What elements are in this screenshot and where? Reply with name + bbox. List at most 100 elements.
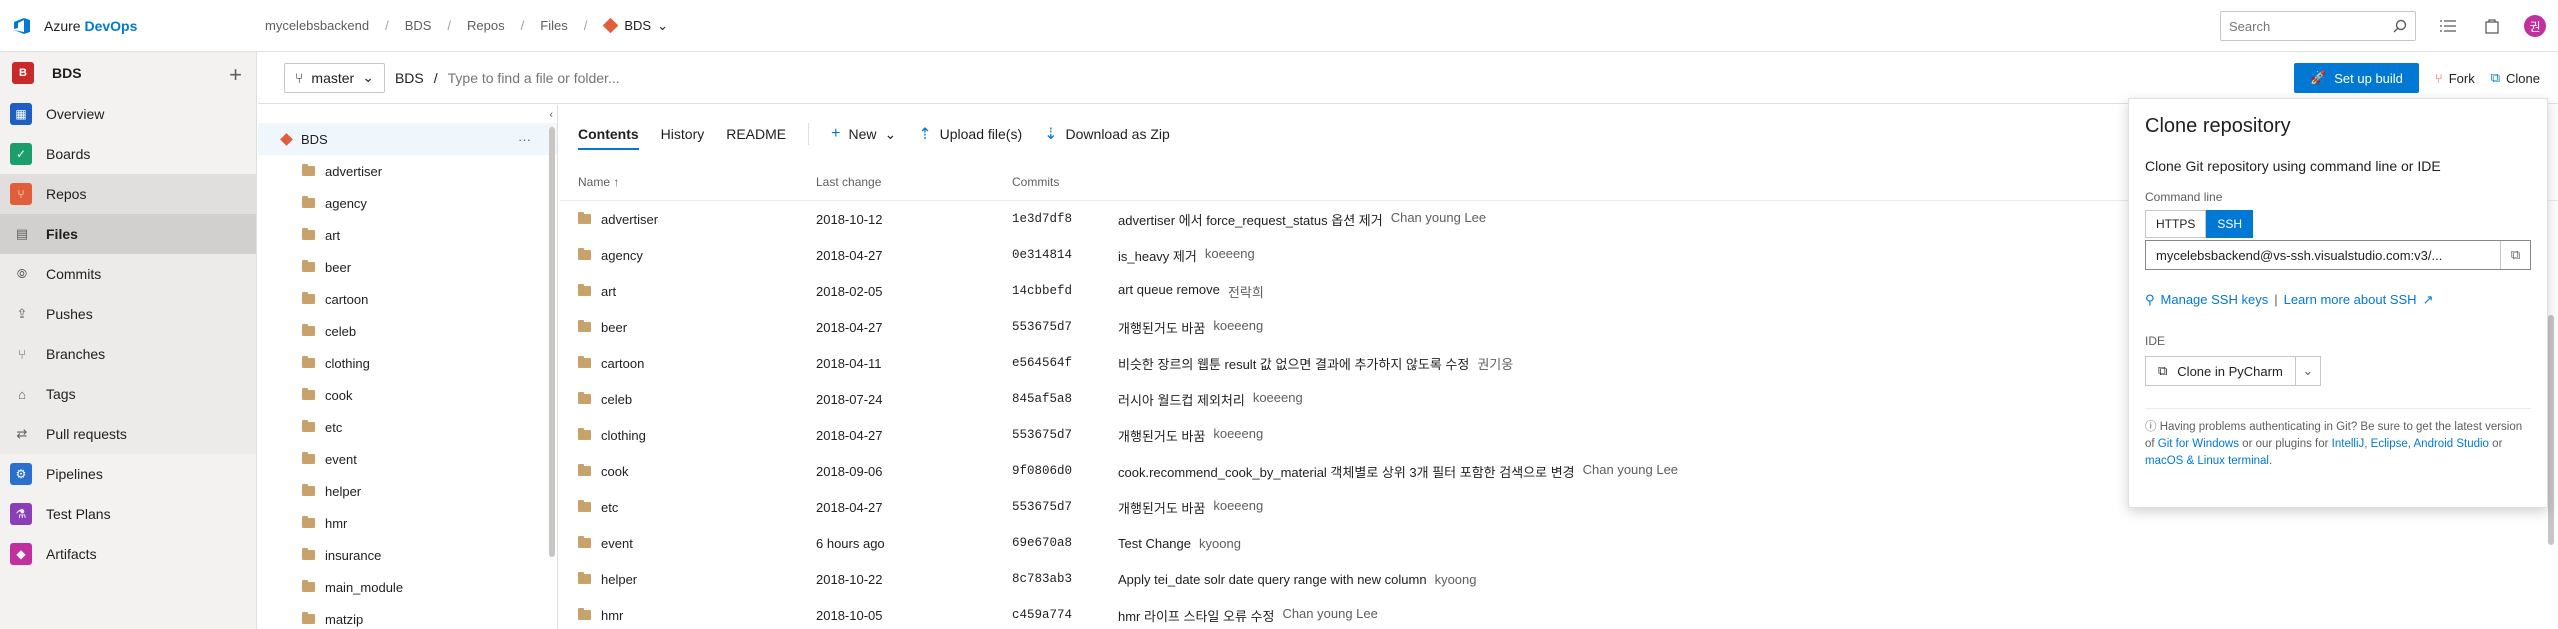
tree-folder-item[interactable]: hmr	[258, 507, 557, 539]
content-scrollbar[interactable]	[2548, 315, 2554, 545]
project-header[interactable]: B BDS +	[0, 52, 256, 94]
nav-repos[interactable]: ⑂ Repos	[0, 174, 256, 214]
nav-pipelines[interactable]: ⚙ Pipelines	[0, 454, 256, 494]
clone-button[interactable]: ⧉ Clone	[2491, 70, 2540, 86]
nav-files[interactable]: ▤ Files	[0, 214, 256, 254]
file-name-cell[interactable]: clothing	[560, 428, 816, 443]
commit-id-link[interactable]: 553675d7	[1012, 320, 1118, 334]
more-options-icon[interactable]: ···	[518, 132, 531, 147]
path-filter-input[interactable]	[447, 69, 708, 86]
upload-button[interactable]: ⇡ Upload file(s)	[918, 124, 1022, 144]
learn-ssh-link[interactable]: Learn more about SSH	[2284, 292, 2417, 308]
manage-ssh-keys-link[interactable]: Manage SSH keys	[2161, 292, 2269, 308]
tree-scrollbar[interactable]	[549, 127, 555, 557]
commit-id-link[interactable]: 8c783ab3	[1012, 572, 1118, 586]
commit-id-link[interactable]: 69e670a8	[1012, 536, 1118, 550]
tree-folder-item[interactable]: beer	[258, 251, 557, 283]
file-name-cell[interactable]: art	[560, 284, 816, 299]
intellij-link[interactable]: IntelliJ	[2332, 438, 2365, 450]
set-up-build-button[interactable]: 🚀 Set up build	[2294, 63, 2419, 93]
nav-overview[interactable]: ▦ Overview	[0, 94, 256, 134]
commit-id-link[interactable]: 845af5a8	[1012, 392, 1118, 406]
copy-icon[interactable]: ⧉	[2500, 241, 2530, 269]
tree-folder-item[interactable]: matzip	[258, 603, 557, 629]
tree-folder-item[interactable]: main_module	[258, 571, 557, 603]
file-name-cell[interactable]: event	[560, 536, 816, 551]
nav-tags[interactable]: ⌂ Tags	[0, 374, 256, 414]
file-name-cell[interactable]: advertiser	[560, 212, 816, 227]
macos-linux-terminal-link[interactable]: macOS & Linux terminal	[2145, 455, 2269, 467]
commit-id-link[interactable]: 0e314814	[1012, 248, 1118, 262]
collapse-pane-icon[interactable]: ‹	[549, 109, 553, 121]
file-name-cell[interactable]: beer	[560, 320, 816, 335]
table-row[interactable]: event 6 hours ago 69e670a8 Test Change kyoon…	[560, 525, 2558, 561]
fork-button[interactable]: ⑂ Fork	[2435, 71, 2475, 86]
tab-readme[interactable]: README	[726, 126, 786, 142]
nav-pull-requests[interactable]: ⇄ Pull requests	[0, 414, 256, 454]
table-row[interactable]: helper 2018-10-22 8c783ab3 Apply tei_date s…	[560, 561, 2558, 597]
nav-test-plans[interactable]: ⚗ Test Plans	[0, 494, 256, 534]
nav-commits[interactable]: ⦾ Commits	[0, 254, 256, 294]
eclipse-link[interactable]: Eclipse	[2371, 438, 2408, 450]
tree-folder-item[interactable]: clothing	[258, 347, 557, 379]
branch-selector[interactable]: ⑂ master ⌄	[284, 62, 385, 93]
tree-folder-item[interactable]: event	[258, 443, 557, 475]
tree-folder-item[interactable]: etc	[258, 411, 557, 443]
column-last-change[interactable]: Last change	[816, 175, 1012, 189]
tree-folder-item[interactable]: celeb	[258, 315, 557, 347]
commit-id-link[interactable]: e564564f	[1012, 356, 1118, 370]
add-icon[interactable]: +	[229, 62, 242, 88]
ssh-toggle[interactable]: SSH	[2206, 210, 2254, 238]
file-name-cell[interactable]: etc	[560, 500, 816, 515]
search-input[interactable]	[2229, 18, 2379, 34]
tree-folder-item[interactable]: helper	[258, 475, 557, 507]
file-name-cell[interactable]: helper	[560, 572, 816, 587]
commit-id-link[interactable]: 9f0806d0	[1012, 464, 1118, 478]
commit-id-link[interactable]: 1e3d7df8	[1012, 212, 1118, 226]
brand[interactable]: Azure DevOps	[0, 16, 265, 36]
search-box[interactable]	[2220, 11, 2416, 41]
commit-id-link[interactable]: 553675d7	[1012, 428, 1118, 442]
tree-folder-item[interactable]: cook	[258, 379, 557, 411]
column-commits[interactable]: Commits	[1012, 175, 1118, 189]
breadcrumb-org[interactable]: mycelebsbackend	[265, 18, 369, 33]
android-studio-link[interactable]: Android Studio	[2414, 438, 2489, 450]
list-icon[interactable]	[2436, 14, 2460, 38]
breadcrumb-repo-selector[interactable]: BDS ⌄	[603, 18, 668, 34]
path-root[interactable]: BDS	[395, 70, 424, 86]
commit-id-link[interactable]: 553675d7	[1012, 500, 1118, 514]
breadcrumb-repos[interactable]: Repos	[467, 18, 505, 33]
download-zip-button[interactable]: ⇣ Download as Zip	[1044, 124, 1170, 144]
ide-dropdown-chevron-icon[interactable]: ⌄	[2296, 363, 2320, 379]
nav-pushes[interactable]: ⇪ Pushes	[0, 294, 256, 334]
tab-history[interactable]: History	[661, 126, 705, 142]
new-button[interactable]: + New ⌄	[831, 125, 896, 143]
tab-contents[interactable]: Contents	[578, 126, 639, 150]
column-name[interactable]: Name ↑	[560, 175, 816, 189]
tree-folder-item[interactable]: insurance	[258, 539, 557, 571]
file-name-cell[interactable]: cartoon	[560, 356, 816, 371]
nav-artifacts[interactable]: ◆ Artifacts	[0, 534, 256, 574]
clone-url-field[interactable]: mycelebsbackend@vs-ssh.visualstudio.com:…	[2145, 240, 2531, 270]
breadcrumb-project[interactable]: BDS	[405, 18, 432, 33]
git-for-windows-link[interactable]: Git for Windows	[2158, 438, 2239, 450]
clone-in-pycharm-button[interactable]: ⧉ Clone in PyCharm	[2146, 357, 2296, 385]
breadcrumb-files[interactable]: Files	[540, 18, 567, 33]
tree-folder-item[interactable]: cartoon	[258, 283, 557, 315]
file-name-cell[interactable]: cook	[560, 464, 816, 479]
nav-branches[interactable]: ⑂ Branches	[0, 334, 256, 374]
user-avatar[interactable]: 권	[2524, 15, 2546, 37]
nav-boards[interactable]: ✓ Boards	[0, 134, 256, 174]
commit-id-link[interactable]: 14cbbefd	[1012, 284, 1118, 298]
https-toggle[interactable]: HTTPS	[2145, 210, 2207, 238]
tree-folder-item[interactable]: art	[258, 219, 557, 251]
tree-folder-item[interactable]: agency	[258, 187, 557, 219]
file-name-cell[interactable]: hmr	[560, 608, 816, 623]
file-name-cell[interactable]: celeb	[560, 392, 816, 407]
tree-folder-item[interactable]: advertiser	[258, 155, 557, 187]
table-row[interactable]: hmr 2018-10-05 c459a774 hmr 라이프 스타일 오류 수정 Ch…	[560, 597, 2558, 629]
file-name-cell[interactable]: agency	[560, 248, 816, 263]
marketplace-bag-icon[interactable]	[2480, 14, 2504, 38]
commit-id-link[interactable]: c459a774	[1012, 608, 1118, 622]
tree-root[interactable]: BDS ···	[258, 123, 557, 155]
